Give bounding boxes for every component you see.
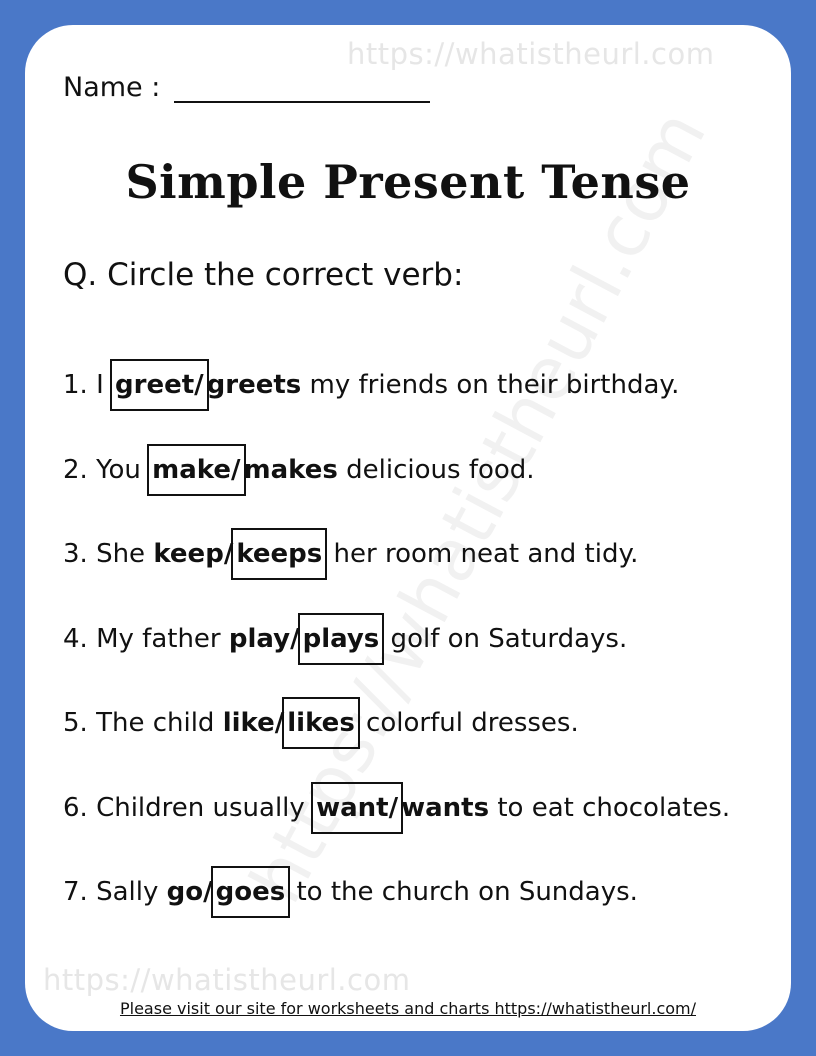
name-row: Name : xyxy=(63,72,431,103)
item-text-after: delicious food. xyxy=(337,455,535,485)
verb-option-1[interactable]: greet xyxy=(115,370,194,400)
verb-option-1[interactable]: like xyxy=(223,708,275,738)
bottom-watermark: https://whatistheurl.com xyxy=(43,963,411,997)
circled-answer: want/ xyxy=(311,782,404,834)
item-number: 4. xyxy=(63,624,88,654)
verb-option-2[interactable]: goes xyxy=(216,877,286,907)
item-text-before: You xyxy=(96,455,150,485)
item-text-before: I xyxy=(96,370,113,400)
item-number: 7. xyxy=(63,877,88,907)
verb-option-1[interactable]: want xyxy=(316,793,389,823)
circled-answer: likes xyxy=(282,697,360,749)
circled-answer: greet/ xyxy=(110,359,209,411)
question-prompt: Q. Circle the correct verb: xyxy=(63,257,464,293)
circled-answer: keeps xyxy=(231,528,328,580)
list-item: 6. Children usually want/wants to eat ch… xyxy=(63,782,731,834)
verb-separator: / xyxy=(388,793,399,823)
verb-option-2[interactable]: keeps xyxy=(236,539,322,569)
item-text-before: My father xyxy=(96,624,229,654)
verb-separator: / xyxy=(231,455,241,485)
verb-option-1[interactable]: go xyxy=(167,877,203,907)
list-item: 5. The child like/likes colorful dresses… xyxy=(63,697,579,749)
circled-answer: make/ xyxy=(147,444,246,496)
list-item: 7. Sally go/goes to the church on Sunday… xyxy=(63,866,638,918)
item-text-after: to the church on Sundays. xyxy=(288,877,638,907)
item-number: 1. xyxy=(63,370,88,400)
item-text-after: colorful dresses. xyxy=(357,708,579,738)
verb-option-2[interactable]: greets xyxy=(207,370,302,400)
circled-answer: plays xyxy=(297,613,385,665)
top-watermark: https://whatistheurl.com xyxy=(347,37,715,71)
item-text-before: She xyxy=(96,539,154,569)
item-text-before: The child xyxy=(96,708,223,738)
circled-answer: goes xyxy=(210,866,291,918)
item-number: 3. xyxy=(63,539,88,569)
list-item: 3. She keep/keeps her room neat and tidy… xyxy=(63,528,639,580)
verb-separator: / xyxy=(223,539,234,569)
verb-option-1[interactable]: make xyxy=(152,455,231,485)
verb-option-2[interactable]: makes xyxy=(244,455,338,485)
item-text-after: my friends on their birthday. xyxy=(301,370,680,400)
verb-separator: / xyxy=(290,624,300,654)
verb-option-2[interactable]: plays xyxy=(303,624,380,654)
item-number: 6. xyxy=(63,793,88,823)
verb-separator: / xyxy=(203,877,213,907)
verb-option-1[interactable]: play xyxy=(229,624,290,654)
item-number: 2. xyxy=(63,455,88,485)
list-item: 2. You make/makes delicious food. xyxy=(63,444,535,496)
name-label: Name : xyxy=(63,72,161,103)
item-text-after: to eat chocolates. xyxy=(489,793,731,823)
verb-option-2[interactable]: wants xyxy=(401,793,489,823)
verb-separator: / xyxy=(274,708,285,738)
worksheet-title: Simple Present Tense xyxy=(125,155,691,209)
item-text-after: golf on Saturdays. xyxy=(382,624,628,654)
item-text-before: Children usually xyxy=(96,793,314,823)
list-item: 4. My father play/plays golf on Saturday… xyxy=(63,613,628,665)
verb-option-2[interactable]: likes xyxy=(287,708,355,738)
verb-separator: / xyxy=(194,370,204,400)
name-blank-line[interactable] xyxy=(174,73,431,103)
item-number: 5. xyxy=(63,708,88,738)
item-text-before: Sally xyxy=(96,877,167,907)
item-text-after: her room neat and tidy. xyxy=(325,539,639,569)
footer-link[interactable]: Please visit our site for worksheets and… xyxy=(25,999,791,1018)
list-item: 1. I greet/greets my friends on their bi… xyxy=(63,359,680,411)
verb-option-1[interactable]: keep xyxy=(153,539,223,569)
worksheet-page: https://whatistheurl.com https://whatist… xyxy=(25,25,791,1031)
